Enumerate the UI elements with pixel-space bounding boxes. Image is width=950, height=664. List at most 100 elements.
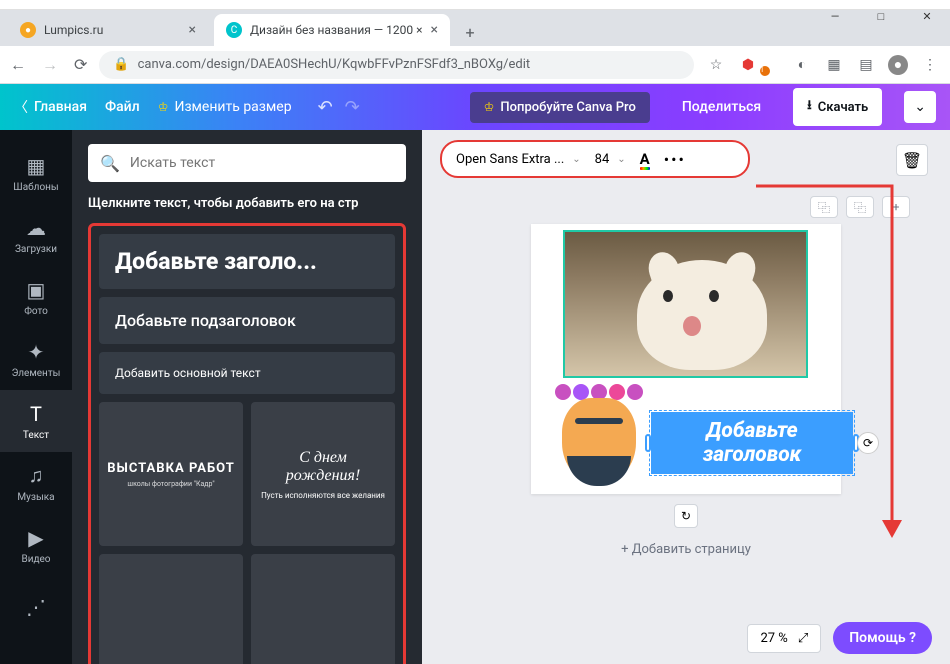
text-line-2: заголовок [703, 443, 802, 467]
templates-icon: ▦ [27, 154, 46, 178]
tab-canva[interactable]: C Дизайн без названия — 1200 × × [214, 14, 450, 46]
browser-tabs: ● Lumpics.ru × C Дизайн без названия — 1… [0, 10, 950, 46]
canvas-area: Open Sans Extra ... ⌄ 84 ⌄ A ••• 🗑 ⿻ ⿻ + [422, 130, 950, 664]
download-button[interactable]: ⭳ Скачать [793, 88, 882, 126]
duplicate-page-button[interactable]: ⿻ [810, 196, 838, 218]
tab-lumpics[interactable]: ● Lumpics.ru × [8, 14, 208, 46]
extension-icon-2[interactable]: ◐ [792, 55, 812, 75]
video-icon: ▶ [28, 526, 43, 550]
chevron-down-icon: ⌄ [617, 154, 625, 165]
search-field[interactable] [130, 155, 394, 171]
search-icon: 🔍 [100, 154, 120, 173]
add-page-link[interactable]: + Добавить страницу [422, 528, 950, 571]
sidebar-hint: Щелкните текст, чтобы добавить его на ст… [72, 192, 422, 223]
close-icon[interactable]: × [431, 22, 438, 38]
lock-icon: 🔒 [113, 57, 129, 72]
zoom-control[interactable]: 27 % ⤢ [747, 624, 821, 653]
context-toolbar: Open Sans Extra ... ⌄ 84 ⌄ A ••• [440, 140, 750, 178]
add-subheading-option[interactable]: Добавьте подзаголовок [99, 297, 395, 344]
add-page-button[interactable]: + [882, 196, 910, 218]
rail-templates[interactable]: ▦Шаблоны [0, 142, 72, 204]
cat-illustration [637, 260, 767, 370]
selected-image[interactable] [563, 230, 808, 378]
music-icon: ♫ [29, 463, 44, 488]
home-button[interactable]: 〈 Главная [14, 97, 87, 117]
forward-button[interactable]: → [42, 55, 58, 75]
download-dropdown[interactable]: ⌄ [904, 91, 936, 123]
text-line-1: Добавьте [706, 419, 798, 443]
profile-avatar[interactable]: ● [888, 55, 908, 75]
rail-uploads[interactable]: ☁Загрузки [0, 204, 72, 266]
font-size-selector[interactable]: 84 ⌄ [595, 152, 626, 167]
copy-page-button[interactable]: ⿻ [846, 196, 874, 218]
rotate-handle[interactable]: ⟳ [857, 432, 879, 454]
rail-photos[interactable]: ▣Фото [0, 266, 72, 328]
delete-button[interactable]: 🗑 [896, 144, 928, 176]
more-icon: ⋰ [26, 595, 46, 619]
file-menu[interactable]: Файл [105, 99, 140, 115]
zoom-value: 27 % [760, 631, 787, 646]
resize-button[interactable]: ♔ Изменить размер [158, 99, 292, 115]
extension-icon-3[interactable]: ▦ [824, 55, 844, 75]
canva-menubar: 〈 Главная Файл ♔ Изменить размер ↶ ↷ ♔ П… [0, 84, 950, 130]
text-template[interactable]: наконец-то [251, 554, 395, 664]
tool-rail: ▦Шаблоны ☁Загрузки ▣Фото ✦Элементы TТекс… [0, 130, 72, 664]
text-color-button[interactable]: A [640, 150, 650, 168]
extension-icon-4[interactable]: ▤ [856, 55, 876, 75]
star-icon[interactable]: ☆ [706, 55, 726, 75]
rail-text[interactable]: TТекст [0, 390, 72, 452]
text-icon: T [30, 402, 42, 426]
add-body-option[interactable]: Добавить основной текст [99, 352, 395, 394]
help-button[interactable]: Помощь ? [833, 622, 932, 654]
extension-icon[interactable]: ⬢ [738, 55, 758, 75]
avatar-illustration[interactable] [549, 380, 649, 490]
rail-video[interactable]: ▶Видео [0, 514, 72, 576]
text-sidebar: 🔍 Щелкните текст, чтобы добавить его на … [72, 130, 422, 664]
elements-icon: ✦ [28, 340, 45, 364]
window-minimize[interactable]: — [812, 0, 858, 32]
text-template[interactable]: магазин детских игрушек ВОЛШЕБНЫЙ [99, 554, 243, 664]
search-input[interactable]: 🔍 [88, 144, 406, 182]
window-maximize[interactable]: □ [858, 0, 904, 32]
sync-button[interactable]: ↻ [674, 504, 698, 528]
text-template[interactable]: ВЫСТАВКА РАБОТ школы фотографии "Кадр" [99, 402, 243, 546]
ext-badge: 1 [760, 66, 770, 76]
resize-handle-left[interactable] [645, 434, 651, 452]
selected-text-element[interactable]: Добавьте заголовок ⟳ [651, 412, 853, 474]
back-button[interactable]: ← [10, 55, 26, 75]
crown-icon: ♔ [484, 100, 495, 114]
new-tab-button[interactable]: + [456, 18, 484, 46]
address-bar: ← → ⟳ 🔒 canva.com/design/DAEA0SHechU/Kqw… [0, 46, 950, 84]
menu-icon[interactable]: ⋮ [920, 55, 940, 75]
uploads-icon: ☁ [26, 216, 46, 240]
tab-title: Lumpics.ru [44, 23, 103, 37]
more-options-button[interactable]: ••• [664, 150, 686, 169]
font-selector[interactable]: Open Sans Extra ... ⌄ [456, 152, 581, 167]
chevron-left-icon: 〈 [14, 97, 28, 117]
url-field[interactable]: 🔒 canva.com/design/DAEA0SHechU/KqwbFFvPz… [99, 51, 694, 79]
share-button[interactable]: Поделиться [668, 91, 775, 123]
undo-button[interactable]: ↶ [318, 97, 333, 118]
rail-more[interactable]: ⋰ [0, 576, 72, 638]
tab-title: Дизайн без названия — 1200 × [250, 23, 423, 37]
reload-button[interactable]: ⟳ [74, 55, 87, 75]
chevron-down-icon: ⌄ [572, 154, 580, 165]
try-pro-button[interactable]: ♔ Попробуйте Canva Pro [470, 92, 650, 123]
annotation-box: Добавьте заголо... Добавьте подзаголовок… [88, 223, 406, 664]
window-close[interactable]: ✕ [904, 0, 950, 32]
add-heading-option[interactable]: Добавьте заголо... [99, 234, 395, 289]
url-text: canva.com/design/DAEA0SHechU/KqwbFFvPznF… [138, 57, 531, 72]
trash-icon: 🗑 [902, 151, 922, 170]
rail-elements[interactable]: ✦Элементы [0, 328, 72, 390]
download-icon: ⭳ [807, 96, 812, 118]
favicon-icon: C [226, 22, 242, 38]
favicon-icon: ● [20, 22, 36, 38]
crown-icon: ♔ [158, 100, 169, 114]
canvas-page[interactable]: Добавьте заголовок ⟳ [531, 224, 841, 494]
redo-button[interactable]: ↷ [345, 97, 360, 118]
close-icon[interactable]: × [189, 22, 196, 38]
text-template[interactable]: С днем рождения! Пусть исполняются все ж… [251, 402, 395, 546]
fullscreen-icon[interactable]: ⤢ [798, 631, 808, 646]
rail-music[interactable]: ♫Музыка [0, 452, 72, 514]
photos-icon: ▣ [27, 278, 46, 302]
